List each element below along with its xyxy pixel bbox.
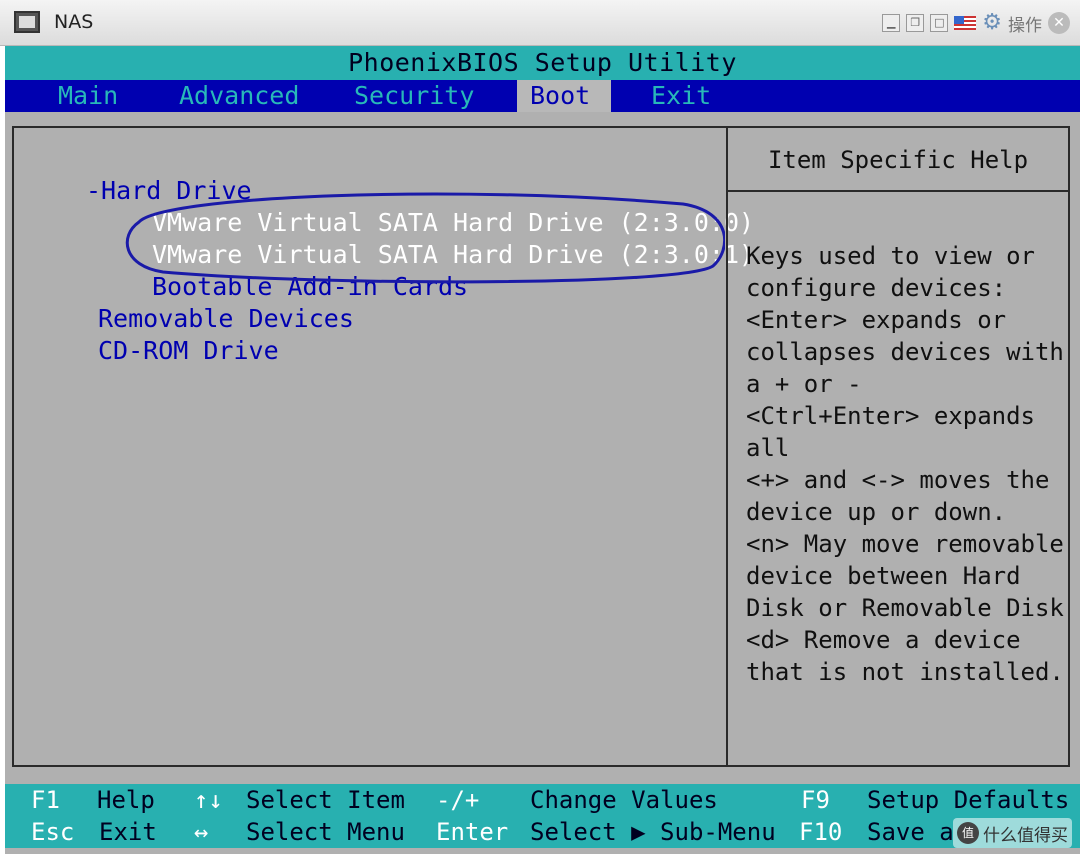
boot-item-hard-drive[interactable]: -Hard Drive (86, 175, 252, 207)
key-esc: Esc (31, 818, 75, 846)
key-legend-bar: F1 Help ↑↓ Select Item -/+ Change Values… (5, 784, 1080, 848)
key-minus-plus: -/+ (436, 786, 480, 814)
flag-icon[interactable] (954, 16, 977, 30)
key-enter-desc: Select ▶ Sub-Menu (530, 818, 776, 846)
restore-icon[interactable]: ❐ (906, 14, 925, 32)
help-line: <n> May move removable (746, 530, 1064, 558)
watermark-text: 什么值得买 (983, 825, 1068, 846)
menu-advanced[interactable]: Advanced (179, 80, 299, 112)
gear-icon[interactable]: ⚙ (982, 12, 1002, 34)
site-watermark: 值 什么值得买 (953, 818, 1072, 848)
help-line: <Ctrl+Enter> expands (746, 402, 1035, 430)
vm-console-icon (14, 11, 40, 33)
key-f1: F1 (31, 786, 60, 814)
menu-exit[interactable]: Exit (651, 80, 711, 112)
bios-screen: PhoenixBIOS Setup Utility Main Advanced … (5, 46, 1080, 854)
window-titlebar: NAS ▁ ❐ □ ⚙ 操作 ✕ (0, 0, 1080, 46)
window-title: NAS (54, 11, 94, 33)
menu-security[interactable]: Security (354, 80, 474, 112)
menu-boot[interactable]: Boot (517, 80, 611, 112)
help-line: all (746, 434, 790, 462)
key-f9: F9 (801, 786, 830, 814)
help-line: configure devices: (746, 274, 1007, 302)
help-text: Keys used to view or configure devices: … (746, 240, 1064, 688)
help-panel-title: Item Specific Help (728, 128, 1068, 192)
key-esc-desc: Exit (99, 818, 157, 846)
window-controls: ▁ ❐ □ ⚙ 操作 ✕ (882, 10, 1070, 36)
help-line: collapses devices with (746, 338, 1064, 366)
key-up-down: ↑↓ (194, 786, 223, 814)
help-line: that is not installed. (746, 658, 1064, 686)
help-line: device between Hard (746, 562, 1021, 590)
key-left-right: ↔ (194, 818, 209, 846)
boot-item-removable[interactable]: Removable Devices (98, 303, 354, 335)
help-line: a + or - (746, 370, 862, 398)
help-line: device up or down. (746, 498, 1007, 526)
close-icon[interactable]: ✕ (1048, 12, 1070, 34)
menu-main[interactable]: Main (58, 80, 118, 112)
help-panel: Item Specific Help Keys used to view or … (726, 126, 1070, 767)
help-line: Disk or Removable Disk (746, 594, 1064, 622)
key-f1-desc: Help (97, 786, 155, 814)
operations-menu[interactable]: 操作 (1008, 11, 1042, 36)
minimize-icon[interactable]: ▁ (882, 14, 901, 32)
watermark-logo-icon: 值 (957, 822, 979, 844)
key-left-right-desc: Select Menu (246, 818, 405, 846)
key-minus-plus-desc: Change Values (530, 786, 718, 814)
help-line: <+> and <-> moves the (746, 466, 1050, 494)
boot-item-cdrom[interactable]: CD-ROM Drive (98, 335, 279, 367)
help-line: <Enter> expands or (746, 306, 1007, 334)
key-up-down-desc: Select Item (246, 786, 405, 814)
boot-item-addin-cards[interactable]: Bootable Add-in Cards (152, 271, 468, 303)
help-line: <d> Remove a device (746, 626, 1021, 654)
key-f10-desc: Save a (867, 818, 954, 846)
help-line: Keys used to view or (746, 242, 1035, 270)
key-f10: F10 (799, 818, 843, 846)
bios-menubar: Main Advanced Security Boot Exit (5, 80, 1080, 112)
maximize-icon[interactable]: □ (930, 14, 949, 32)
boot-item-vmware-disk-0[interactable]: VMware Virtual SATA Hard Drive (2:3.0:0) (152, 207, 754, 239)
boot-item-vmware-disk-1[interactable]: VMware Virtual SATA Hard Drive (2:3.0:1) (152, 239, 754, 271)
key-f9-desc: Setup Defaults (867, 786, 1070, 814)
key-enter: Enter (436, 818, 509, 846)
bios-title: PhoenixBIOS Setup Utility (5, 46, 1080, 80)
